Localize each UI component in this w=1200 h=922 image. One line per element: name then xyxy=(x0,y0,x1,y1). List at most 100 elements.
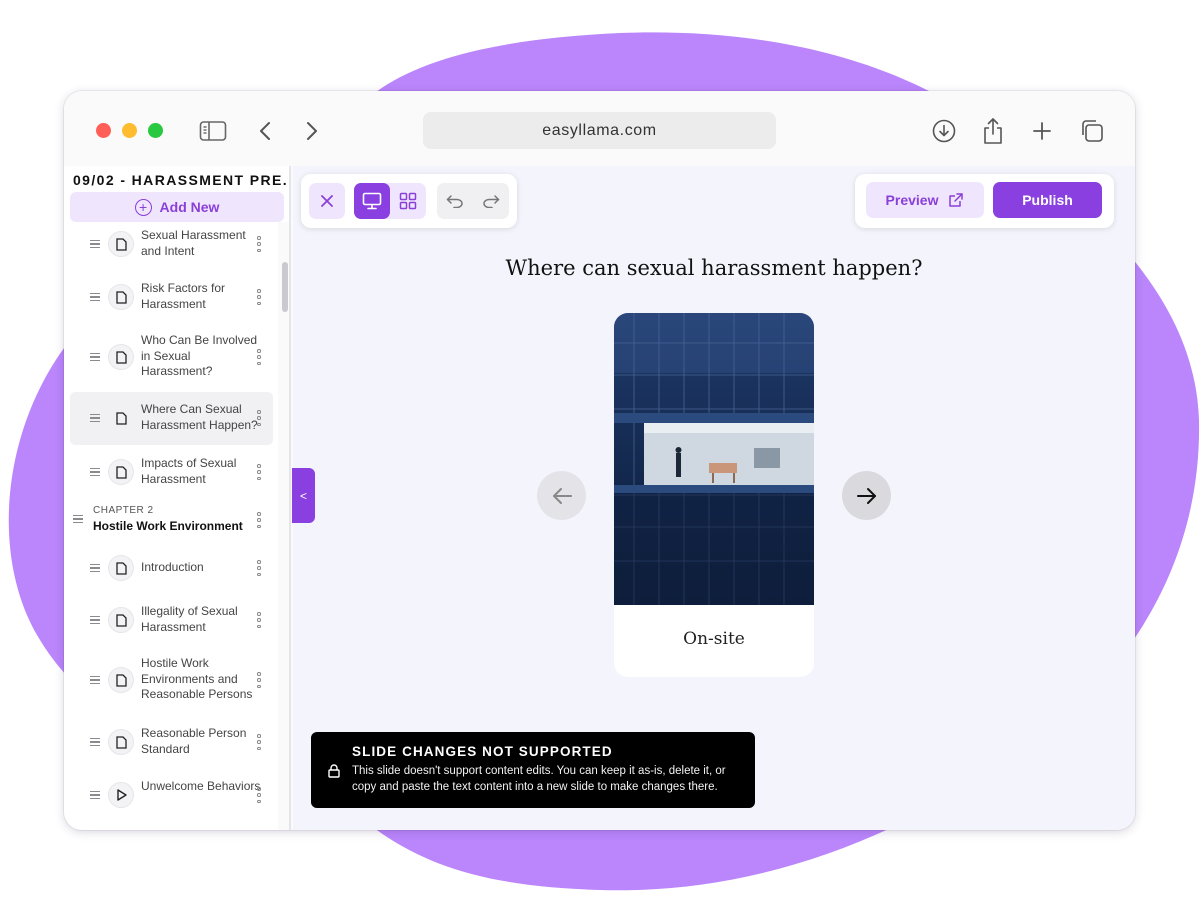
drag-handle-icon[interactable] xyxy=(73,515,83,523)
undo-button[interactable] xyxy=(437,183,473,219)
drag-handle-icon[interactable] xyxy=(90,738,100,746)
card-label: On-site xyxy=(683,629,745,649)
lesson-title: Who Can Be Involved in Sexual Harassment… xyxy=(141,333,258,378)
external-link-icon xyxy=(949,193,964,207)
minimize-window-button[interactable] xyxy=(122,123,137,138)
lesson-title: Unwelcome Behaviors xyxy=(141,779,261,793)
carousel-card[interactable]: On-site xyxy=(614,313,814,677)
lesson-item[interactable]: Hostile Work Environments and Reasonable… xyxy=(70,652,273,708)
lesson-title: Introduction xyxy=(141,560,204,574)
previous-card-button[interactable] xyxy=(537,471,586,520)
drag-handle-icon[interactable] xyxy=(90,616,100,624)
toast-title: SLIDE CHANGES NOT SUPPORTED xyxy=(352,744,613,759)
new-tab-icon[interactable] xyxy=(1027,116,1057,146)
more-options-icon[interactable] xyxy=(257,560,261,576)
document-icon xyxy=(108,344,134,370)
drag-handle-icon[interactable] xyxy=(90,293,100,301)
chapter-header[interactable]: CHAPTER 2 Hostile Work Environment xyxy=(70,502,273,538)
address-bar[interactable]: easyllama.com xyxy=(423,112,776,149)
grid-view-button[interactable] xyxy=(390,183,426,219)
document-icon xyxy=(108,405,134,431)
back-icon[interactable] xyxy=(250,116,280,146)
history-controls xyxy=(437,183,509,219)
add-new-button[interactable]: + Add New xyxy=(70,192,284,222)
lesson-item[interactable]: Illegality of Sexual Harassment xyxy=(70,600,273,640)
lesson-item[interactable]: Unwelcome Behaviors xyxy=(70,775,273,815)
chapter-label: CHAPTER 2 xyxy=(93,505,154,516)
browser-titlebar: easyllama.com xyxy=(64,91,1135,166)
lesson-title: Reasonable Person Standard xyxy=(141,726,247,756)
more-options-icon[interactable] xyxy=(257,410,261,426)
drag-handle-icon[interactable] xyxy=(90,564,100,572)
next-card-button[interactable] xyxy=(842,471,891,520)
chevron-left-icon: < xyxy=(299,488,307,503)
toast-body: This slide doesn't support content edits… xyxy=(352,765,726,793)
grid-icon xyxy=(399,192,417,210)
more-options-icon[interactable] xyxy=(257,349,261,365)
document-icon xyxy=(108,231,134,257)
course-title: 09/02 - HARASSMENT PRE... xyxy=(73,172,288,188)
publish-toolbar: Preview Publish xyxy=(855,174,1114,228)
arrow-right-icon xyxy=(856,487,876,504)
slide-editor-canvas: Preview Publish Where can sexual harassm… xyxy=(293,166,1135,830)
lesson-title: Risk Factors for Harassment xyxy=(141,281,226,311)
lesson-title: Illegality of Sexual Harassment xyxy=(141,604,238,634)
address-bar-url: easyllama.com xyxy=(542,121,657,139)
more-options-icon[interactable] xyxy=(257,289,261,305)
drag-handle-icon[interactable] xyxy=(90,468,100,476)
office-building-image xyxy=(614,313,814,605)
add-new-label: Add New xyxy=(159,199,220,215)
forward-icon[interactable] xyxy=(297,116,327,146)
more-options-icon[interactable] xyxy=(257,236,261,252)
close-icon xyxy=(321,195,333,207)
sidebar-scrollbar-thumb[interactable] xyxy=(282,262,288,312)
more-options-icon[interactable] xyxy=(257,672,261,688)
collapse-sidebar-button[interactable]: < xyxy=(292,468,315,523)
lesson-item[interactable]: Who Can Be Involved in Sexual Harassment… xyxy=(70,329,273,385)
sidebar-toggle-icon[interactable] xyxy=(198,116,228,146)
more-options-icon[interactable] xyxy=(257,787,261,803)
marketing-stage: easyllama.com 09/02 - HARASSMENT PRE... … xyxy=(0,0,1200,922)
publish-button[interactable]: Publish xyxy=(993,182,1102,218)
sidebar-scrollbar[interactable] xyxy=(278,222,289,830)
slide-question: Where can sexual harassment happen? xyxy=(505,256,923,280)
redo-button[interactable] xyxy=(473,183,509,219)
drag-handle-icon[interactable] xyxy=(90,791,100,799)
lesson-title: Sexual Harassment and Intent xyxy=(141,228,246,258)
desktop-view-button[interactable] xyxy=(354,183,390,219)
lesson-item[interactable]: Risk Factors for Harassment xyxy=(70,277,273,317)
document-icon xyxy=(108,555,134,581)
more-options-icon[interactable] xyxy=(257,464,261,480)
drag-handle-icon[interactable] xyxy=(90,240,100,248)
document-icon xyxy=(108,729,134,755)
share-icon[interactable] xyxy=(978,116,1008,146)
document-icon xyxy=(108,284,134,310)
zoom-window-button[interactable] xyxy=(148,123,163,138)
view-mode-toggle xyxy=(354,183,426,219)
drag-handle-icon[interactable] xyxy=(90,676,100,684)
chapter-title: Hostile Work Environment xyxy=(93,519,243,533)
plus-circle-icon: + xyxy=(134,198,152,216)
lock-icon xyxy=(328,764,340,778)
lesson-item[interactable]: Impacts of Sexual Harassment xyxy=(70,452,273,492)
tab-overview-icon[interactable] xyxy=(1077,116,1107,146)
document-icon xyxy=(108,607,134,633)
lesson-item[interactable]: Reasonable Person Standard xyxy=(70,722,273,762)
drag-handle-icon[interactable] xyxy=(90,353,100,361)
drag-handle-icon[interactable] xyxy=(90,414,100,422)
redo-icon xyxy=(483,195,500,208)
lesson-title: Where Can Sexual Harassment Happen? xyxy=(141,402,258,432)
lesson-item-active[interactable]: Where Can Sexual Harassment Happen? xyxy=(70,392,273,445)
close-window-button[interactable] xyxy=(96,123,111,138)
more-options-icon[interactable] xyxy=(257,512,261,528)
lesson-item[interactable]: Sexual Harassment and Intent xyxy=(70,224,273,264)
preview-button[interactable]: Preview xyxy=(866,182,984,218)
course-outline-sidebar: 09/02 - HARASSMENT PRE... + Add New Sexu… xyxy=(64,166,291,830)
more-options-icon[interactable] xyxy=(257,612,261,628)
download-icon[interactable] xyxy=(929,116,959,146)
more-options-icon[interactable] xyxy=(257,734,261,750)
lesson-title: Impacts of Sexual Harassment xyxy=(141,456,237,486)
close-editor-button[interactable] xyxy=(309,183,345,219)
lesson-item[interactable]: Introduction xyxy=(70,548,273,588)
publish-label: Publish xyxy=(1022,192,1073,208)
